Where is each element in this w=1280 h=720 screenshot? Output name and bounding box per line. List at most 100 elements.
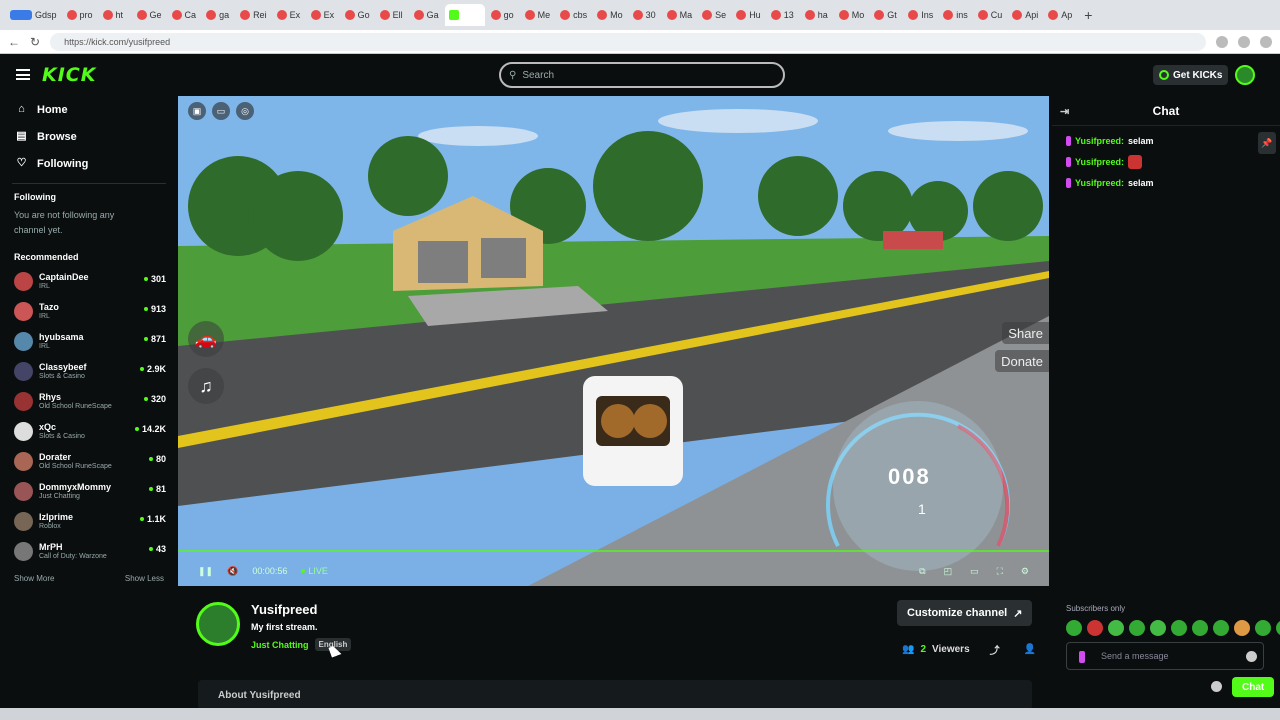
browser-tab[interactable]: Mo bbox=[835, 4, 869, 26]
extension-icon[interactable] bbox=[1238, 35, 1250, 48]
recommended-channel[interactable]: Dorater Old School RuneScape 80 bbox=[4, 446, 174, 476]
browser-tab[interactable]: Rei bbox=[236, 4, 271, 26]
emote-icon[interactable] bbox=[1150, 620, 1166, 636]
clip-icon[interactable]: ▣ bbox=[188, 102, 206, 120]
browser-tab[interactable]: cbs bbox=[556, 4, 591, 26]
add-user-icon[interactable]: 👤 bbox=[1024, 644, 1036, 655]
theatre-icon[interactable]: ▭ bbox=[212, 102, 230, 120]
car-icon[interactable]: 🚗 bbox=[188, 321, 224, 357]
browser-tab[interactable]: Ex bbox=[307, 4, 339, 26]
donate-game-button[interactable]: Donate bbox=[995, 350, 1049, 372]
mute-icon[interactable]: 🔇 bbox=[227, 566, 238, 577]
browser-tab[interactable]: Mo bbox=[593, 4, 627, 26]
show-more-link[interactable]: Show More bbox=[14, 574, 54, 583]
sidebar-item-browse[interactable]: ▤ Browse bbox=[4, 123, 174, 150]
browser-tab[interactable]: 13 bbox=[767, 4, 799, 26]
recommended-channel[interactable]: Rhys Old School RuneScape 320 bbox=[4, 386, 174, 416]
chat-settings-icon[interactable] bbox=[1211, 681, 1222, 692]
search-input[interactable]: ⚲ Search bbox=[499, 62, 785, 88]
emote-icon[interactable] bbox=[1087, 620, 1103, 636]
recommended-channel[interactable]: Tazo IRL 913 bbox=[4, 296, 174, 326]
chat-input[interactable]: Send a message bbox=[1066, 642, 1264, 670]
category-link[interactable]: Just Chatting bbox=[251, 640, 309, 650]
browser-tab[interactable]: Hu bbox=[732, 4, 765, 26]
fullscreen-icon[interactable]: ⛶ bbox=[997, 566, 1003, 577]
share-icon[interactable]: ⤴ bbox=[990, 642, 1000, 657]
emote-icon[interactable] bbox=[1255, 620, 1271, 636]
show-less-link[interactable]: Show Less bbox=[125, 574, 164, 583]
browser-tab[interactable]: Ap bbox=[1044, 4, 1076, 26]
browser-tab[interactable]: 30 bbox=[629, 4, 661, 26]
send-chat-button[interactable]: Chat bbox=[1232, 677, 1275, 697]
browser-tab[interactable]: go bbox=[487, 4, 519, 26]
browser-tab[interactable]: ht bbox=[99, 4, 131, 26]
settings-icon[interactable]: ⚙ bbox=[1021, 566, 1029, 577]
emoji-icon[interactable] bbox=[1246, 651, 1257, 662]
browser-tab[interactable]: Gt bbox=[870, 4, 902, 26]
sidebar-item-home[interactable]: ⌂ Home bbox=[4, 96, 174, 123]
following-header: Following bbox=[14, 192, 56, 202]
browser-tab[interactable]: Ex bbox=[273, 4, 305, 26]
video-player[interactable]: ▣ ▭ ◎ 🚗 ♫ Share Donate 008 1 ❚❚ 🔇 00:00:… bbox=[178, 96, 1049, 586]
emote-icon[interactable] bbox=[1234, 620, 1250, 636]
reload-icon[interactable]: ↻ bbox=[30, 35, 40, 49]
browser-tab[interactable]: pro bbox=[63, 4, 97, 26]
recommended-channel[interactable]: DommyxMommy Just Chatting 81 bbox=[4, 476, 174, 506]
kick-logo[interactable]: KICK bbox=[42, 64, 96, 86]
theatre-mode-icon[interactable]: ▭ bbox=[970, 566, 979, 577]
browser-tab[interactable]: ha bbox=[801, 4, 833, 26]
music-icon[interactable]: ♫ bbox=[188, 368, 224, 404]
browser-tab[interactable]: Ca bbox=[168, 4, 201, 26]
emote-icon[interactable] bbox=[1192, 620, 1208, 636]
browser-tab[interactable]: ga bbox=[202, 4, 234, 26]
back-icon[interactable]: ← bbox=[8, 35, 20, 49]
browser-tab[interactable]: ins bbox=[939, 4, 972, 26]
url-field[interactable]: https://kick.com/yusifpreed bbox=[50, 32, 1206, 51]
sidebar-item-following[interactable]: ♡ Following bbox=[4, 150, 174, 177]
stream-progress-bar[interactable] bbox=[178, 550, 1049, 552]
pin-icon[interactable]: 📌 bbox=[1258, 132, 1276, 154]
emote-icon[interactable] bbox=[1171, 620, 1187, 636]
chat-username[interactable]: Yusifpreed: bbox=[1075, 178, 1124, 188]
pause-icon[interactable]: ❚❚ bbox=[198, 566, 213, 577]
emote-icon[interactable] bbox=[1276, 620, 1280, 636]
browser-tab[interactable]: Go bbox=[341, 4, 374, 26]
recommended-channel[interactable]: xQc Slots & Casino 14.2K bbox=[4, 416, 174, 446]
new-tab-icon[interactable]: + bbox=[1078, 7, 1098, 23]
cast-icon[interactable]: ◎ bbox=[236, 102, 254, 120]
chat-username[interactable]: Yusifpreed: bbox=[1075, 136, 1124, 146]
customize-channel-button[interactable]: Customize channel ↗ bbox=[897, 600, 1033, 626]
recommended-channel[interactable]: Classybeef Slots & Casino 2.9K bbox=[4, 356, 174, 386]
get-kicks-button[interactable]: Get KICKs bbox=[1153, 65, 1229, 85]
browser-tab[interactable]: Ins bbox=[904, 4, 937, 26]
user-avatar[interactable] bbox=[1235, 65, 1255, 85]
channel-name[interactable]: Yusifpreed bbox=[251, 602, 317, 617]
share-game-button[interactable]: Share bbox=[1002, 322, 1049, 344]
browser-tab[interactable]: Api bbox=[1008, 4, 1042, 26]
browser-tab[interactable] bbox=[444, 4, 485, 26]
profile-icon[interactable] bbox=[1260, 35, 1272, 48]
recommended-channel[interactable]: Izlprime Roblox 1.1K bbox=[4, 506, 174, 536]
browser-tab[interactable]: Ell bbox=[376, 4, 408, 26]
recommended-channel[interactable]: MrPH Call of Duty: Warzone 43 bbox=[4, 536, 174, 566]
emote-icon[interactable] bbox=[1129, 620, 1145, 636]
emote-icon[interactable] bbox=[1066, 620, 1082, 636]
emote-icon[interactable] bbox=[1213, 620, 1229, 636]
browser-tab[interactable]: Ma bbox=[663, 4, 697, 26]
browser-tab[interactable]: Ge bbox=[133, 4, 166, 26]
collapse-chat-icon[interactable]: ⇥ bbox=[1060, 105, 1069, 118]
browser-tab[interactable]: Se bbox=[698, 4, 730, 26]
extension-icon[interactable] bbox=[1216, 35, 1228, 48]
picture-in-picture-icon[interactable]: ◰ bbox=[944, 566, 953, 577]
clip-control-icon[interactable]: ⧉ bbox=[919, 566, 925, 577]
browser-tab[interactable]: Cu bbox=[974, 4, 1007, 26]
recommended-channel[interactable]: hyubsama IRL 871 bbox=[4, 326, 174, 356]
menu-icon[interactable] bbox=[16, 69, 30, 80]
browser-tab[interactable]: Me bbox=[521, 4, 555, 26]
recommended-channel[interactable]: CaptainDee IRL 301 bbox=[4, 266, 174, 296]
emote-icon[interactable] bbox=[1108, 620, 1124, 636]
browser-tab[interactable]: Gdsp bbox=[6, 4, 61, 26]
browser-tab[interactable]: Ga bbox=[410, 4, 443, 26]
channel-avatar[interactable] bbox=[196, 602, 240, 646]
chat-username[interactable]: Yusifpreed: bbox=[1075, 157, 1124, 167]
